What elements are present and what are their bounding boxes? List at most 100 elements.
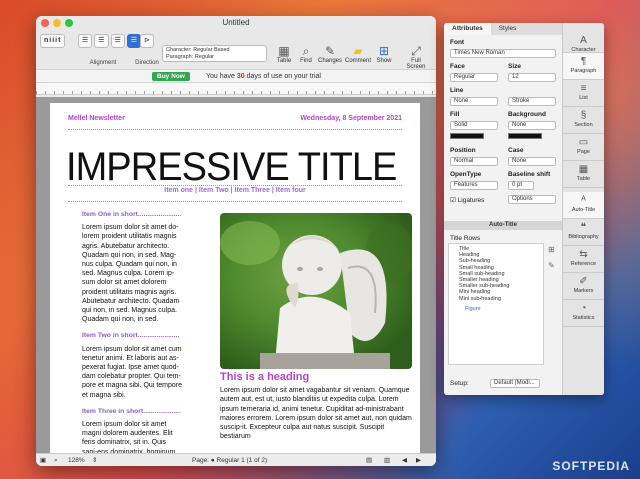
- ruler[interactable]: [36, 83, 436, 95]
- section-two-head: Item Two in short......................: [82, 332, 180, 340]
- section-one-text: Lorem ipsum dolor sit amet do-lorem proi…: [82, 224, 180, 324]
- fullscreen-icon: ⤢: [411, 44, 421, 58]
- auto-title-button[interactable]: ᴬ Auto-Title: [563, 192, 604, 219]
- document-page[interactable]: Mellel Newsletter Wednesday, 8 September…: [50, 103, 420, 453]
- reference-icon: ⇆: [579, 249, 588, 260]
- statistics-button[interactable]: ◔ Statistics: [563, 300, 604, 327]
- statistics-label: Statistics: [572, 315, 595, 321]
- sidebar-toggle-icon[interactable]: ▣: [40, 454, 46, 466]
- background-select[interactable]: None: [508, 121, 556, 130]
- opentype-select[interactable]: Features: [450, 181, 498, 190]
- case-select[interactable]: None: [508, 157, 556, 166]
- page-label: Page: [577, 149, 590, 155]
- paragraph-style-text: Paragraph: Regular: [166, 54, 215, 60]
- page-view-icon[interactable]: ▤: [366, 454, 372, 466]
- style-selector[interactable]: Character: Regular Based Paragraph: Regu…: [162, 45, 267, 62]
- face-label: Face: [450, 63, 465, 70]
- prev-page-icon[interactable]: ◀: [402, 454, 407, 466]
- page-icon: ▭: [578, 137, 589, 148]
- line-select[interactable]: None: [450, 97, 498, 106]
- status-bar: ▣ ⌕ 128% ⇕ Page: ● Regular 1 (1 of 2) ▤ …: [36, 453, 436, 466]
- add-row-icon[interactable]: ⊞: [548, 245, 555, 254]
- font-select[interactable]: Times New Roman: [450, 49, 556, 58]
- title-rows-list[interactable]: Title Heading Sub-heading Small heading …: [448, 243, 544, 365]
- paragraph-button[interactable]: ¶ Paragraph: [563, 53, 604, 80]
- background-color-swatch[interactable]: [508, 133, 542, 139]
- table-button[interactable]: ▦ Table: [563, 161, 604, 188]
- bibliography-label: Bibliography: [568, 234, 599, 240]
- changes-tool-label: Changes: [317, 58, 343, 64]
- font-label: Font: [450, 39, 465, 46]
- align-right-button[interactable]: ☰: [110, 34, 125, 48]
- comment-tool-button[interactable]: ▰ Comment: [344, 44, 372, 64]
- section-icon: §: [580, 110, 587, 121]
- setup-label: Setup:: [450, 380, 469, 387]
- bibliography-button[interactable]: ❝ Bibliography: [563, 219, 604, 246]
- zoom-window-button[interactable]: [65, 19, 73, 27]
- character-icon: A: [580, 35, 587, 46]
- list-button[interactable]: ≡ List: [563, 80, 604, 107]
- tab-styles[interactable]: Styles: [491, 23, 525, 35]
- items-divider: [68, 201, 402, 202]
- trial-text-suffix: days of use on your trial: [246, 73, 321, 80]
- ligatures-label: Ligatures: [457, 197, 485, 204]
- attributes-pane: Font Times New Roman Face Regular Size 1…: [444, 35, 562, 395]
- newsletter-date: Wednesday, 8 September 2021: [300, 115, 402, 122]
- reference-button[interactable]: ⇆ Reference: [563, 246, 604, 273]
- position-select[interactable]: Normal: [450, 157, 498, 166]
- next-page-icon[interactable]: ▶: [416, 454, 421, 466]
- list-item[interactable]: Figure: [451, 306, 541, 312]
- buy-now-button[interactable]: Buy Now: [152, 72, 190, 81]
- ligatures-checkbox[interactable]: ☑ Ligatures: [450, 196, 484, 204]
- fill-select[interactable]: Solid: [450, 121, 498, 130]
- baseline-label: Baseline shift: [508, 171, 551, 178]
- section-button[interactable]: § Section: [563, 107, 604, 134]
- title-divider: [68, 185, 402, 186]
- size-label: Size: [508, 63, 522, 70]
- logo-group: niiit: [40, 34, 66, 48]
- align-left-button[interactable]: ☰: [78, 34, 93, 48]
- position-label: Position: [450, 147, 476, 154]
- markers-button[interactable]: ✐ Markers: [563, 273, 604, 300]
- edit-row-icon[interactable]: ✎: [548, 261, 555, 270]
- case-label: Case: [508, 147, 524, 154]
- character-button[interactable]: A Character: [563, 23, 604, 53]
- comment-tool-label: Comment: [344, 58, 371, 64]
- face-select[interactable]: Regular: [450, 73, 498, 82]
- list-item[interactable]: Mini sub-heading: [451, 296, 541, 302]
- minimize-window-button[interactable]: [53, 19, 61, 27]
- close-window-button[interactable]: [41, 19, 49, 27]
- setup-select[interactable]: Default (Modi...: [490, 379, 540, 388]
- zoom-stepper-icon[interactable]: ⇕: [92, 454, 97, 466]
- article-heading: This is a heading: [220, 371, 310, 383]
- options-select[interactable]: Options: [508, 195, 556, 204]
- show-tool-label: Show: [376, 58, 392, 64]
- show-tool-button[interactable]: ⊞ Show: [370, 44, 398, 64]
- spread-view-icon[interactable]: ▥: [384, 454, 390, 466]
- trial-message: You have 30 days of use on your trial: [206, 70, 321, 83]
- article-text: Lorem ipsum dolor sit amet vagabantur si…: [220, 387, 412, 441]
- attributes-palette: Attributes Styles Font Times New Roman F…: [444, 23, 604, 395]
- reference-label: Reference: [570, 261, 597, 267]
- baseline-input[interactable]: 0 pt: [508, 181, 534, 190]
- changes-icon: ✎: [324, 44, 336, 58]
- zoom-level[interactable]: 128%: [68, 454, 85, 466]
- tab-attributes[interactable]: Attributes: [444, 23, 491, 35]
- document-title: IMPRESSIVE TITLE: [66, 145, 397, 189]
- fullscreen-tool-button[interactable]: ⤢ Full Screen: [402, 44, 430, 70]
- size-select[interactable]: 12: [508, 73, 556, 82]
- trial-text-prefix: You have: [206, 73, 235, 80]
- alignment-group: ☰ ☰ ☰ ☰: [78, 34, 142, 48]
- direction-button[interactable]: ⊳: [140, 34, 154, 48]
- align-justify-button[interactable]: ☰: [126, 34, 142, 48]
- fill-color-swatch[interactable]: [450, 133, 484, 139]
- section-two-text: Lorem ipsum dolor sit amet cum tenetur a…: [82, 345, 182, 399]
- comment-icon: ▰: [353, 44, 363, 58]
- changes-tool-button[interactable]: ✎ Changes: [316, 44, 344, 64]
- markers-icon: ✐: [579, 276, 588, 287]
- zoom-icon[interactable]: ⌕: [54, 454, 58, 466]
- page-button[interactable]: ▭ Page: [563, 134, 604, 161]
- align-center-button[interactable]: ☰: [94, 34, 109, 48]
- list-icon: ≡: [580, 83, 587, 94]
- stroke-select[interactable]: Stroke: [508, 97, 556, 106]
